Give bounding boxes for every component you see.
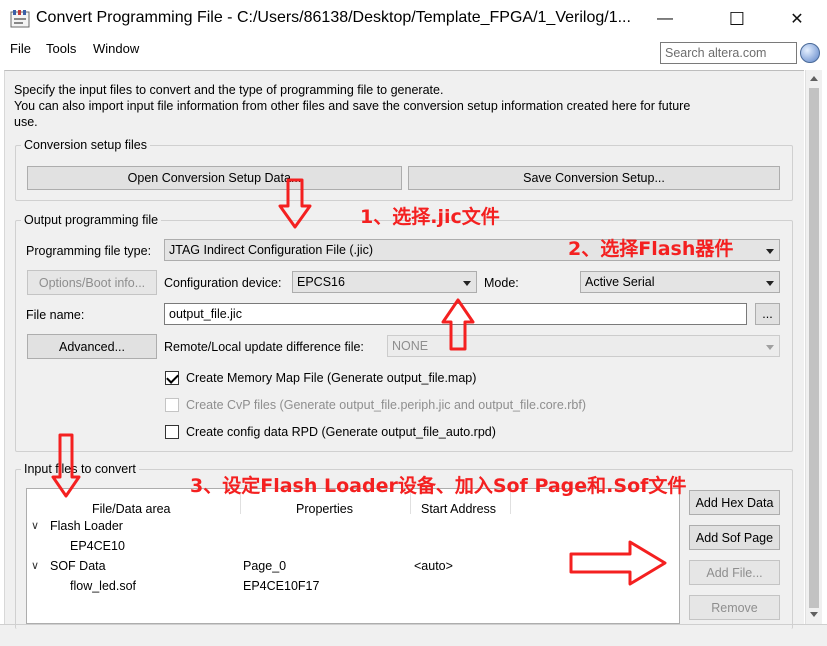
- description-text: Specify the input files to convert and t…: [14, 83, 691, 129]
- chevron-down-icon: [766, 281, 774, 286]
- advanced-button[interactable]: Advanced...: [27, 334, 157, 359]
- table-row-device[interactable]: EP4CE10: [70, 539, 125, 553]
- remote-update-label: Remote/Local update difference file:: [164, 340, 364, 354]
- cvp-files-checkbox[interactable]: [165, 398, 179, 412]
- rpd-label: Create config data RPD (Generate output_…: [186, 425, 496, 439]
- options-boot-button[interactable]: Options/Boot info...: [27, 270, 157, 295]
- programming-type-value: JTAG Indirect Configuration File (.jic): [169, 243, 373, 257]
- memory-map-label: Create Memory Map File (Generate output_…: [186, 371, 477, 385]
- vertical-scrollbar[interactable]: [805, 70, 822, 624]
- file-name-label: File name:: [26, 308, 85, 322]
- add-file-button[interactable]: Add File...: [689, 560, 780, 585]
- browse-button[interactable]: ...: [755, 303, 780, 325]
- add-sof-page-button[interactable]: Add Sof Page: [689, 525, 780, 550]
- scroll-thumb[interactable]: [809, 88, 819, 608]
- globe-icon[interactable]: [800, 43, 820, 63]
- mode-value: Active Serial: [585, 275, 655, 289]
- maximize-button[interactable]: ☐: [714, 0, 760, 38]
- cvp-files-label: Create CvP files (Generate output_file.p…: [186, 398, 586, 412]
- chevron-down-icon: [766, 345, 774, 350]
- open-setup-button[interactable]: Open Conversion Setup Data...: [27, 166, 402, 190]
- close-button[interactable]: ✕: [774, 0, 820, 38]
- chevron-down-icon: [463, 281, 471, 286]
- scroll-up-icon[interactable]: [810, 76, 818, 81]
- mode-select[interactable]: Active Serial: [580, 271, 780, 293]
- table-row-flash-loader[interactable]: Flash Loader: [50, 519, 123, 533]
- rpd-checkbox[interactable]: [165, 425, 179, 439]
- menu-tools[interactable]: Tools: [46, 41, 76, 56]
- sof-data-start: <auto>: [414, 559, 453, 573]
- window-title: Convert Programming File - C:/Users/8613…: [36, 9, 631, 26]
- scroll-down-icon[interactable]: [810, 612, 818, 617]
- arrow-down-icon: [51, 433, 81, 498]
- config-device-label: Configuration device:: [164, 276, 282, 290]
- chevron-down-icon: [766, 249, 774, 254]
- remove-button[interactable]: Remove: [689, 595, 780, 620]
- annotation-step1: 1、选择.jic文件: [360, 206, 500, 228]
- arrow-down-icon: [278, 178, 312, 229]
- app-icon: [10, 10, 30, 28]
- add-hex-data-button[interactable]: Add Hex Data: [689, 490, 780, 515]
- column-header-properties[interactable]: Properties: [296, 502, 353, 516]
- conversion-setup-title: Conversion setup files: [21, 138, 150, 152]
- annotation-step3: 3、设定Flash Loader设备、加入Sof Page和.Sof文件: [190, 475, 687, 497]
- output-file-title: Output programming file: [21, 213, 162, 227]
- search-input[interactable]: Search altera.com: [660, 42, 797, 64]
- table-row-sof-data[interactable]: SOF Data: [50, 559, 106, 573]
- sof-data-properties: Page_0: [243, 559, 287, 573]
- programming-type-label: Programming file type:: [26, 244, 152, 258]
- menu-file[interactable]: File: [10, 41, 31, 56]
- table-row-sof-file[interactable]: flow_led.sof: [70, 579, 136, 593]
- annotation-step2: 2、选择Flash器件: [568, 238, 734, 260]
- minimize-icon: —: [657, 10, 673, 27]
- config-device-value: EPCS16: [297, 275, 345, 289]
- column-header-file[interactable]: File/Data area: [92, 502, 171, 516]
- arrow-right-icon: [569, 540, 667, 586]
- chevron-down-icon[interactable]: ∨: [31, 559, 39, 572]
- chevron-down-icon[interactable]: ∨: [31, 519, 39, 532]
- config-device-select[interactable]: EPCS16: [292, 271, 477, 293]
- sof-file-properties: EP4CE10F17: [243, 579, 320, 593]
- close-icon: ✕: [790, 11, 804, 28]
- remote-update-value: NONE: [392, 339, 429, 353]
- maximize-icon: ☐: [728, 8, 746, 29]
- minimize-button[interactable]: —: [642, 0, 688, 38]
- arrow-up-icon: [441, 298, 475, 351]
- mode-label: Mode:: [484, 276, 519, 290]
- menu-window[interactable]: Window: [93, 41, 139, 56]
- memory-map-checkbox[interactable]: [165, 371, 179, 385]
- save-setup-button[interactable]: Save Conversion Setup...: [408, 166, 780, 190]
- column-header-start[interactable]: Start Address: [421, 502, 496, 516]
